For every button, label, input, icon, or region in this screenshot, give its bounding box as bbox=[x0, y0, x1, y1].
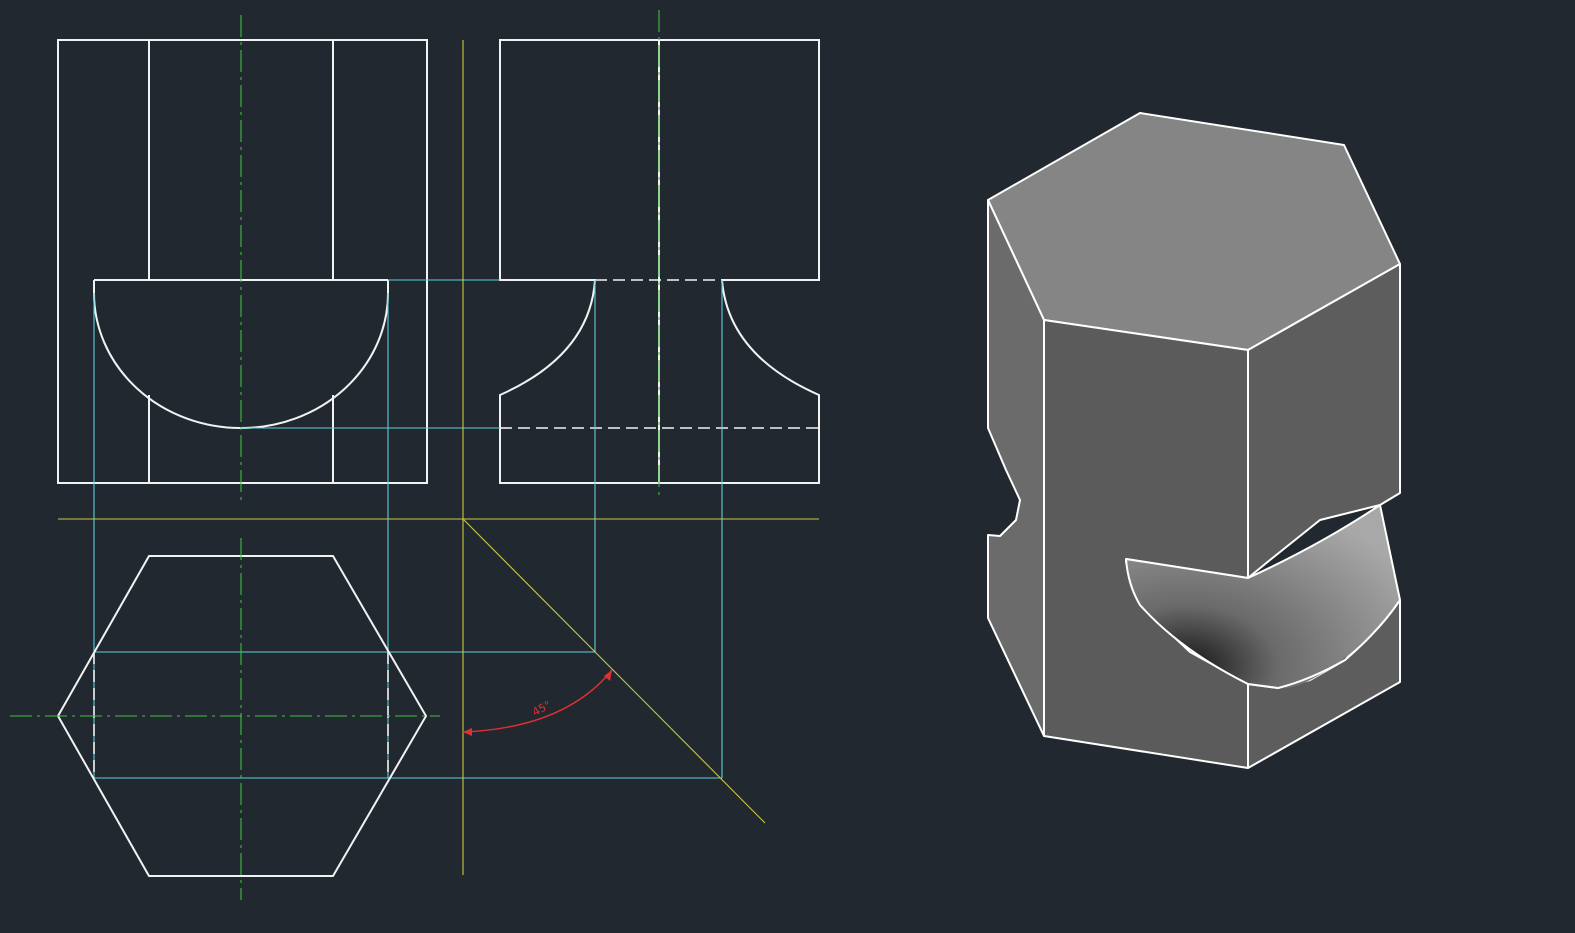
dimension-arc bbox=[462, 669, 613, 733]
isometric-model bbox=[987, 112, 1401, 769]
front-view-outline bbox=[57, 39, 428, 484]
construction-lines bbox=[58, 40, 819, 875]
front-view bbox=[57, 15, 428, 500]
dimension-text: 45° bbox=[530, 698, 553, 719]
side-view bbox=[499, 10, 820, 500]
miter-line-45 bbox=[462, 518, 766, 824]
iso-front-face bbox=[1043, 319, 1249, 769]
top-view bbox=[10, 538, 440, 900]
dimension-arrow-start bbox=[463, 728, 472, 736]
dimension-arrow-end bbox=[604, 670, 612, 681]
projection-lines bbox=[93, 279, 723, 779]
cad-drawing-canvas: 45° bbox=[10, 10, 1401, 900]
angle-dimension: 45° bbox=[462, 669, 613, 736]
